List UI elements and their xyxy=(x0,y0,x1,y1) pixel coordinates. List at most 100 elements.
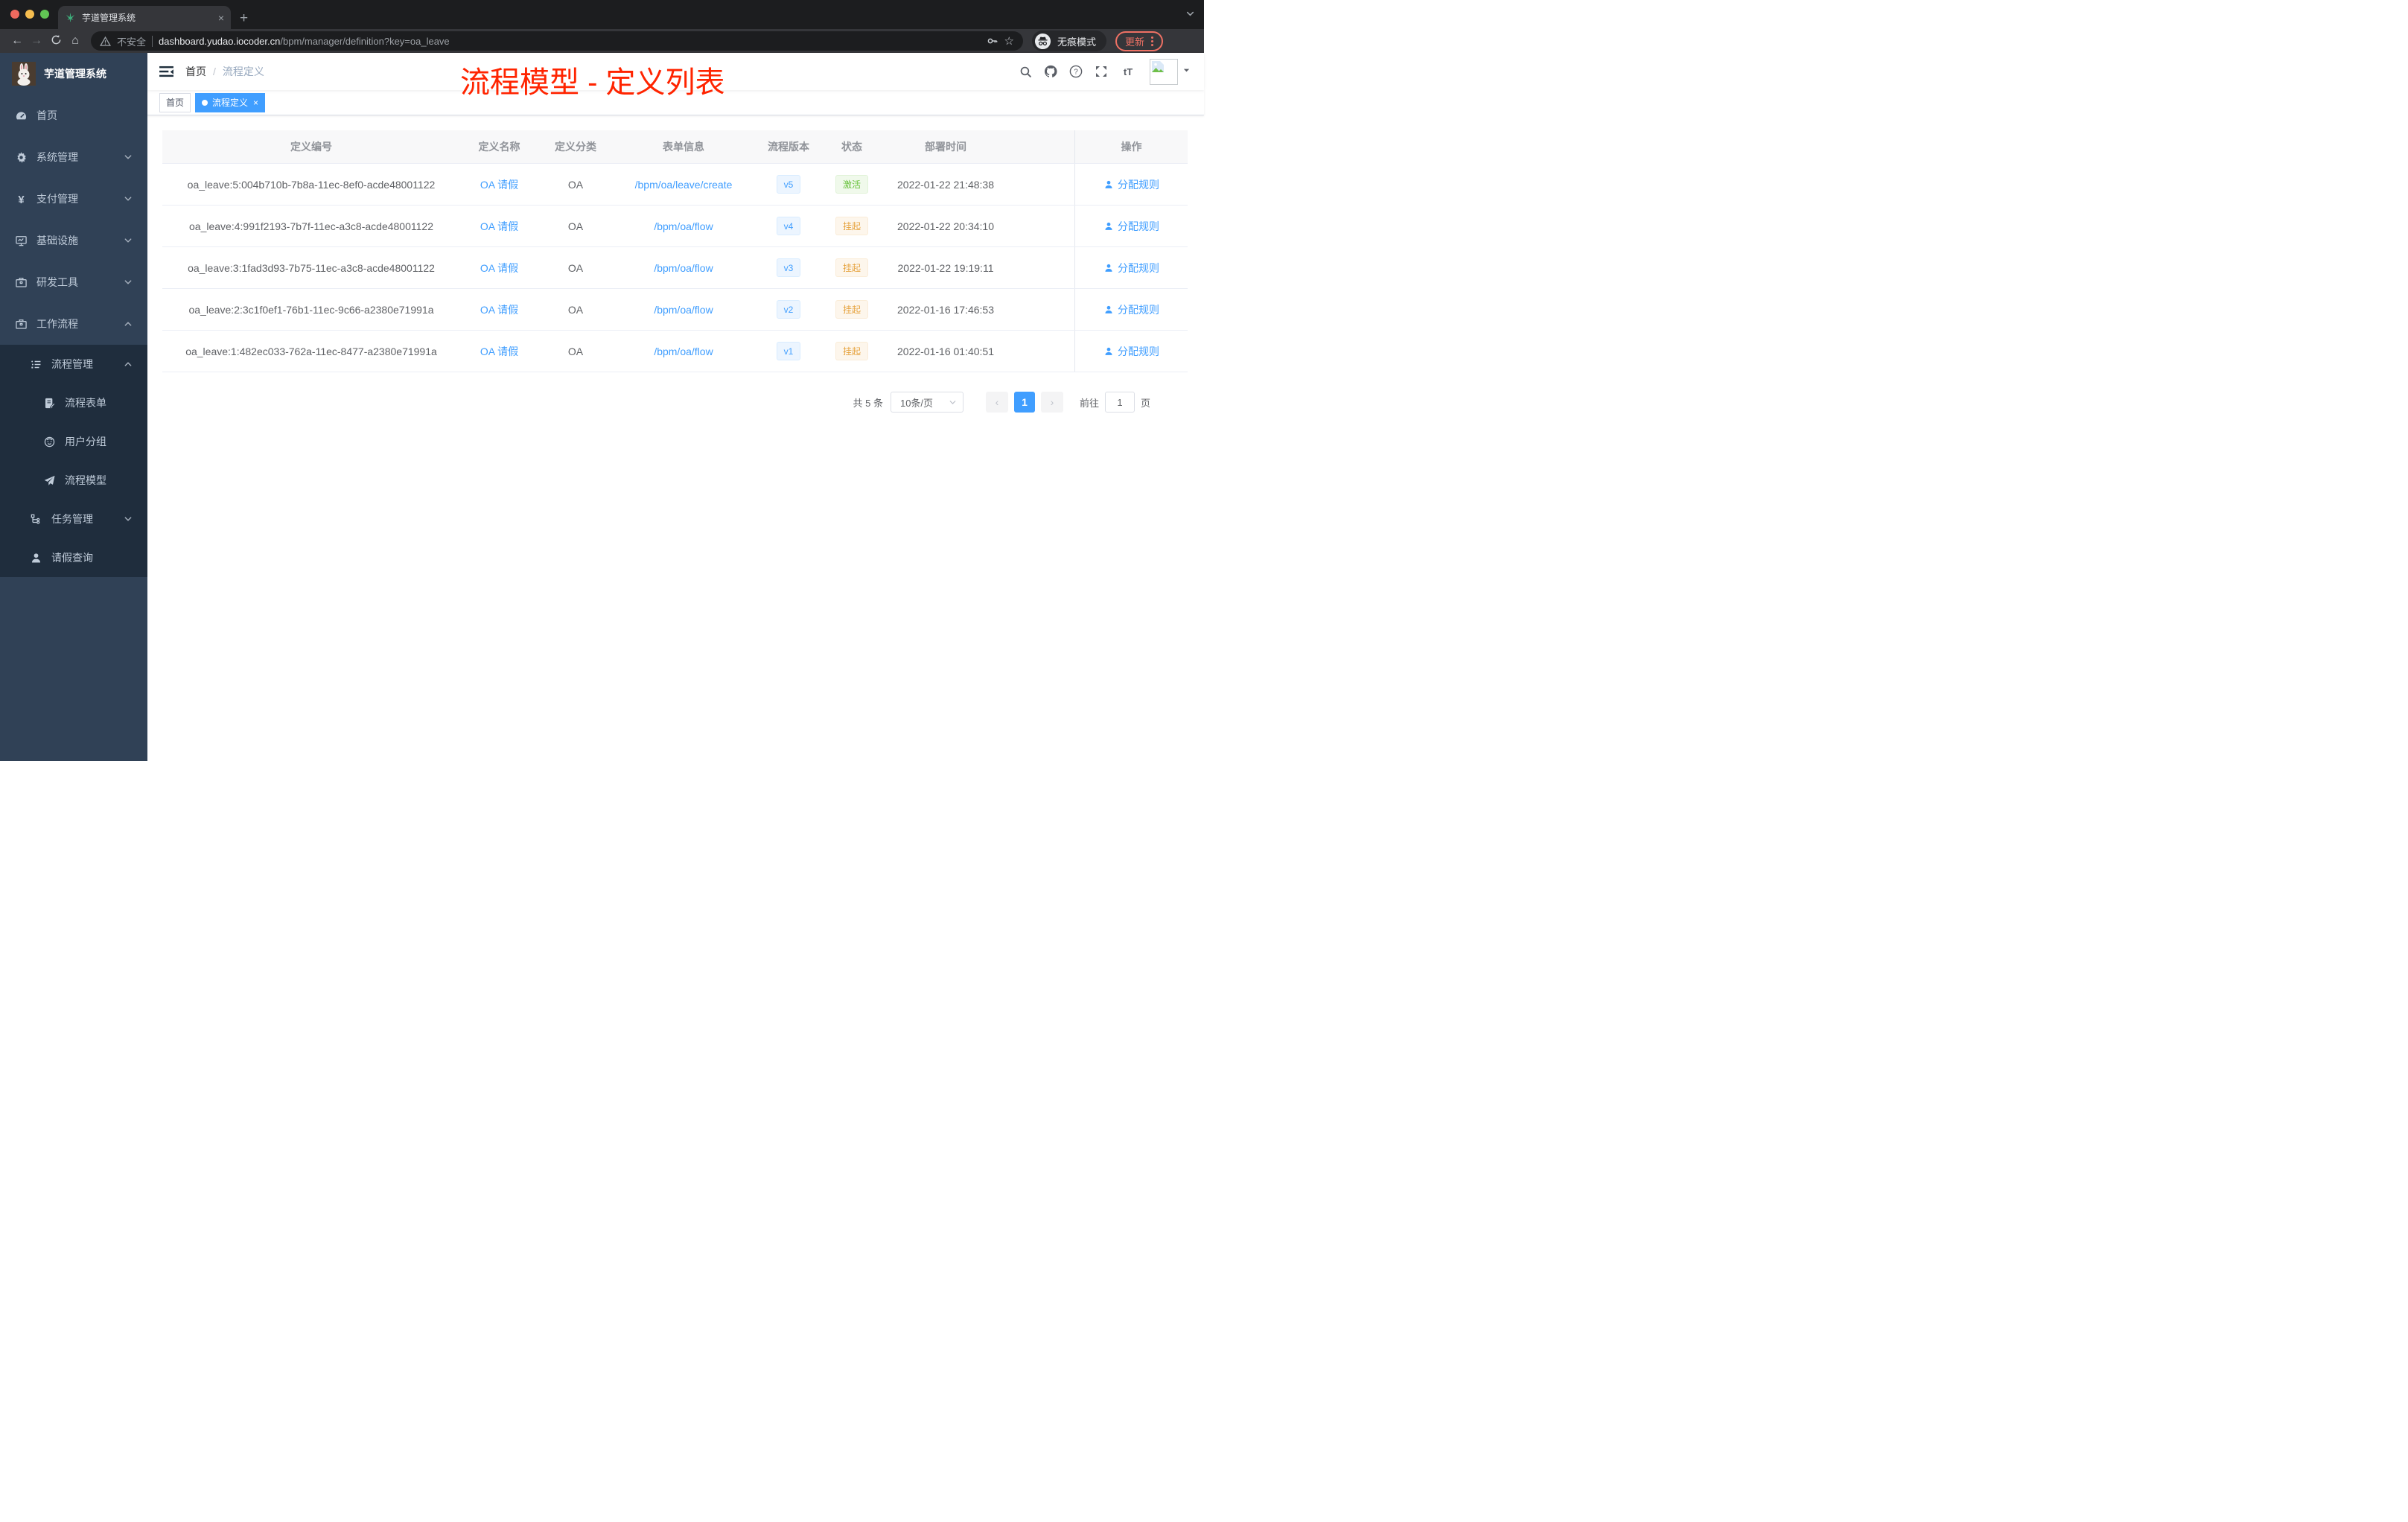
assign-rule-action[interactable]: 分配规则 xyxy=(1103,261,1159,276)
sidebar-collapse-icon[interactable] xyxy=(159,66,173,78)
security-label[interactable]: 不安全 xyxy=(117,34,146,48)
select-caret-icon xyxy=(949,400,956,404)
tags-view: 首页 流程定义 × xyxy=(147,90,1204,115)
browser-update-menu-button[interactable]: 更新 xyxy=(1115,31,1164,51)
table-row: oa_leave:5:004b710b-7b8a-11ec-8ef0-acde4… xyxy=(162,164,1188,206)
chevron-up-icon xyxy=(124,360,133,369)
assign-rule-action[interactable]: 分配规则 xyxy=(1103,344,1159,359)
column-header-定义编号: 定义编号 xyxy=(290,141,332,153)
cell-action: 分配规则 xyxy=(1074,206,1188,246)
sidebar-item-label: 流程模型 xyxy=(65,474,106,486)
version-tag: v2 xyxy=(776,300,801,319)
new-tab-button[interactable]: + xyxy=(240,11,248,25)
sidebar-item-任务管理[interactable]: 任务管理 xyxy=(0,500,147,538)
tree-icon xyxy=(30,513,42,526)
next-page-button[interactable]: › xyxy=(1040,392,1063,413)
sidebar-item-支付管理[interactable]: ¥ 支付管理 xyxy=(0,178,147,220)
prev-page-button[interactable]: ‹ xyxy=(985,392,1008,413)
form-link[interactable]: /bpm/oa/flow xyxy=(654,346,713,357)
goto-page-input[interactable] xyxy=(1104,392,1135,413)
form-link[interactable]: /bpm/oa/flow xyxy=(654,304,713,316)
minimize-window-button[interactable] xyxy=(25,10,34,19)
search-icon[interactable] xyxy=(1013,66,1038,78)
sidebar-item-流程管理[interactable]: 流程管理 xyxy=(0,345,147,383)
avatar-broken-image[interactable] xyxy=(1150,58,1178,85)
page-unit-label: 页 xyxy=(1140,397,1150,409)
sidebar-item-label: 流程管理 xyxy=(51,358,93,370)
tab-close-icon[interactable]: × xyxy=(218,13,224,23)
tag-close-icon[interactable]: × xyxy=(253,98,258,107)
sidebar-item-研发工具[interactable]: 研发工具 xyxy=(0,261,147,303)
breadcrumb-current: 流程定义 xyxy=(222,66,264,77)
table-row: oa_leave:4:991f2193-7b7f-11ec-a3c8-acde4… xyxy=(162,206,1188,247)
sidebar-item-流程模型[interactable]: 流程模型 xyxy=(0,461,147,500)
font-size-icon[interactable]: tT xyxy=(1114,65,1142,78)
zoom-window-button[interactable] xyxy=(40,10,49,19)
pagination: 共 5 条 10条/页 ‹ 1 › 前往 页 xyxy=(162,392,1188,413)
name-link[interactable]: OA 请假 xyxy=(480,261,518,276)
cell-action: 分配规则 xyxy=(1074,331,1188,372)
bookmark-star-icon[interactable]: ☆ xyxy=(1004,34,1014,48)
cell-id: oa_leave:2:3c1f0ef1-76b1-11ec-9c66-a2380… xyxy=(188,303,434,316)
sidebar-item-label: 首页 xyxy=(36,109,57,121)
sidebar-item-系统管理[interactable]: 系统管理 xyxy=(0,136,147,178)
cell-status: 挂起 xyxy=(823,206,881,246)
breadcrumb-home[interactable]: 首页 xyxy=(185,64,206,79)
workflow-submenu: 流程管理流程表单用户分组流程模型任务管理 请假查询 xyxy=(0,345,147,577)
help-icon[interactable]: ? xyxy=(1063,65,1089,78)
name-link[interactable]: OA 请假 xyxy=(480,344,518,359)
user-icon xyxy=(1103,305,1114,315)
cell-version: v4 xyxy=(754,206,823,246)
sidebar-item-label: 流程表单 xyxy=(65,397,106,409)
name-link[interactable]: OA 请假 xyxy=(480,177,518,192)
name-link[interactable]: OA 请假 xyxy=(480,302,518,317)
sidebar-item-基础设施[interactable]: 基础设施 xyxy=(0,220,147,261)
home-button[interactable]: ⌂ xyxy=(66,35,85,47)
tag-流程定义[interactable]: 流程定义 × xyxy=(195,92,266,112)
cell-category: OA xyxy=(567,261,584,274)
assign-rule-action[interactable]: 分配规则 xyxy=(1103,219,1159,234)
sidebar-item-请假查询[interactable]: 请假查询 xyxy=(0,538,147,577)
reload-button[interactable] xyxy=(46,34,66,48)
sidebar-item-首页[interactable]: 首页 xyxy=(0,95,147,136)
cell-deploy_time: 2022-01-22 19:19:11 xyxy=(897,261,994,274)
main-area: 首页 / 流程定义 ? tT 流程模型 - 定义列表 首页 流程定义 × 定义编… xyxy=(147,53,1204,761)
form-link[interactable]: /bpm/oa/leave/create xyxy=(635,179,733,191)
assign-rule-action[interactable]: 分配规则 xyxy=(1103,302,1159,317)
sidebar-item-工作流程[interactable]: 工作流程 xyxy=(0,303,147,345)
table-row: oa_leave:3:1fad3d93-7b75-11ec-a3c8-acde4… xyxy=(162,247,1188,289)
status-tag: 挂起 xyxy=(835,258,868,277)
sidebar-item-label: 研发工具 xyxy=(36,276,78,288)
assign-rule-action[interactable]: 分配规则 xyxy=(1103,177,1159,192)
page-size-select[interactable]: 10条/页 xyxy=(890,392,963,413)
cell-deploy_time: 2022-01-16 01:40:51 xyxy=(897,345,994,357)
cell-id: oa_leave:4:991f2193-7b7f-11ec-a3c8-acde4… xyxy=(189,220,433,232)
form-link[interactable]: /bpm/oa/flow xyxy=(654,262,713,274)
fullscreen-icon[interactable] xyxy=(1089,65,1114,78)
incognito-badge: 无痕模式 xyxy=(1032,31,1107,51)
form-link[interactable]: /bpm/oa/flow xyxy=(654,220,713,232)
password-key-icon[interactable] xyxy=(987,35,998,47)
sidebar-item-用户分组[interactable]: 用户分组 xyxy=(0,422,147,461)
cell-version: v1 xyxy=(754,331,823,372)
tab-search-chevron-icon[interactable] xyxy=(1185,9,1195,22)
name-link[interactable]: OA 请假 xyxy=(480,219,518,234)
tag-label: 首页 xyxy=(166,98,185,108)
github-icon[interactable] xyxy=(1038,65,1063,78)
chevron-down-icon[interactable] xyxy=(1182,65,1191,78)
back-button[interactable]: ← xyxy=(7,35,27,47)
address-bar[interactable]: 不安全 dashboard.yudao.iocoder.cn/bpm/manag… xyxy=(91,31,1023,51)
page-size-value: 10条/页 xyxy=(899,397,934,409)
cell-form: /bpm/oa/leave/create xyxy=(613,164,754,205)
cell-version: v3 xyxy=(754,247,823,288)
sidebar-item-流程表单[interactable]: 流程表单 xyxy=(0,383,147,422)
pagination-total: 共 5 条 xyxy=(853,397,883,409)
omnibox-divider xyxy=(152,35,153,47)
close-window-button[interactable] xyxy=(10,10,19,19)
cell-id: oa_leave:5:004b710b-7b8a-11ec-8ef0-acde4… xyxy=(187,178,436,191)
page-number-button[interactable]: 1 xyxy=(1013,392,1035,413)
svg-text:¥: ¥ xyxy=(18,194,25,205)
forward-button[interactable]: → xyxy=(27,35,46,47)
browser-tab[interactable]: 芋道管理系统 × xyxy=(58,6,231,29)
tag-首页[interactable]: 首页 xyxy=(159,92,191,112)
